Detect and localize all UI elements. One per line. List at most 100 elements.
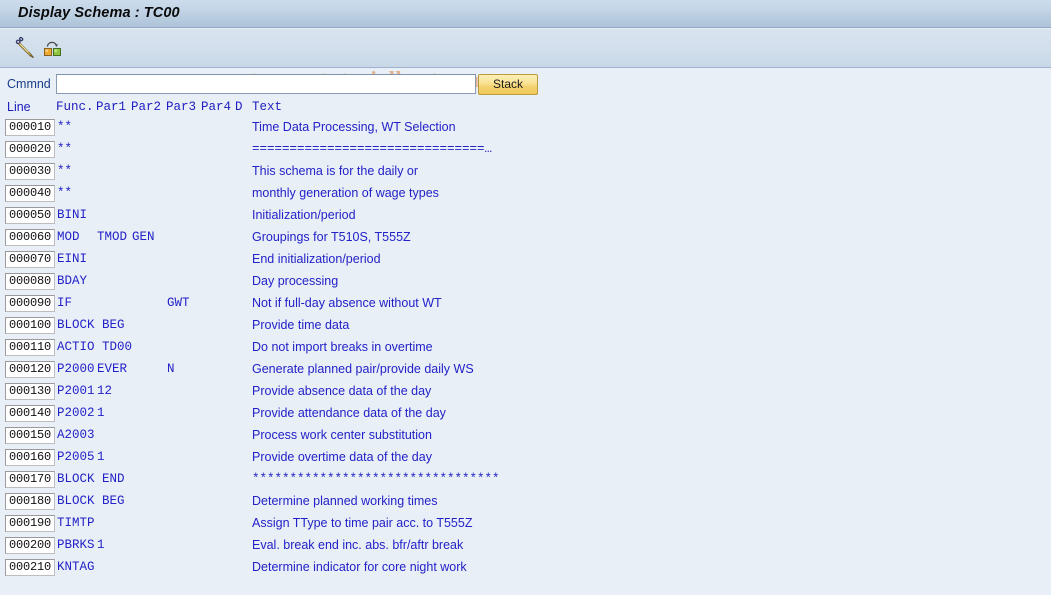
cell-func[interactable]: BLOCK END — [57, 472, 125, 486]
edit-pencil-icon[interactable] — [10, 34, 38, 62]
table-row[interactable]: 000070 EINI End initialization/period — [0, 251, 1051, 273]
cell-func[interactable]: BLOCK BEG — [57, 494, 125, 508]
cell-par3[interactable]: N — [167, 362, 175, 376]
table-row[interactable]: 000170 BLOCK END *************************… — [0, 471, 1051, 493]
cell-func[interactable]: PBRKS — [57, 538, 95, 552]
cell-par1[interactable]: TMOD — [97, 230, 127, 244]
line-number-field[interactable]: 000120 — [5, 361, 55, 378]
cell-text[interactable]: Provide time data — [252, 318, 349, 332]
cell-text[interactable]: ===============================… — [252, 142, 492, 156]
line-number-field[interactable]: 000170 — [5, 471, 55, 488]
cell-func[interactable]: MOD — [57, 230, 80, 244]
cell-par1[interactable]: EVER — [97, 362, 127, 376]
cell-func[interactable]: BINI — [57, 208, 87, 222]
stack-button[interactable]: Stack — [478, 74, 538, 95]
cell-func[interactable]: ** — [57, 142, 72, 156]
table-row[interactable]: 000200 PBRKS 1 Eval. break end inc. abs. bf… — [0, 537, 1051, 559]
table-row[interactable]: 000050 BINI Initialization/period — [0, 207, 1051, 229]
cell-text[interactable]: Eval. break end inc. abs. bfr/aftr break — [252, 538, 463, 552]
cell-func[interactable]: KNTAG — [57, 560, 95, 574]
cell-par1[interactable]: 1 — [97, 406, 105, 420]
table-row[interactable]: 000120 P2000 EVER N Generate planned pair/pr… — [0, 361, 1051, 383]
cell-func[interactable]: P2002 — [57, 406, 95, 420]
schema-table-body: 000010 ** Time Data Processing, WT Selecti… — [0, 119, 1051, 581]
table-row[interactable]: 000100 BLOCK BEG Provide time data — [0, 317, 1051, 339]
table-row[interactable]: 000020 ** ===============================… — [0, 141, 1051, 163]
line-number-field[interactable]: 000010 — [5, 119, 55, 136]
table-row[interactable]: 000010 ** Time Data Processing, WT Selecti… — [0, 119, 1051, 141]
cell-text[interactable]: Day processing — [252, 274, 338, 288]
command-input[interactable] — [56, 74, 476, 94]
line-number-field[interactable]: 000060 — [5, 229, 55, 246]
table-row[interactable]: 000080 BDAY Day processing — [0, 273, 1051, 295]
table-row[interactable]: 000040 ** monthly generation of wage types — [0, 185, 1051, 207]
line-number-field[interactable]: 000090 — [5, 295, 55, 312]
cell-text[interactable]: Assign TType to time pair acc. to T555Z — [252, 516, 472, 530]
cell-func[interactable]: TIMTP — [57, 516, 95, 530]
cell-text[interactable]: Generate planned pair/provide daily WS — [252, 362, 474, 376]
cell-func[interactable]: P2000 — [57, 362, 95, 376]
cell-text[interactable]: Provide attendance data of the day — [252, 406, 446, 420]
cell-text[interactable]: Time Data Processing, WT Selection — [252, 120, 456, 134]
cell-par3[interactable]: GWT — [167, 296, 190, 310]
line-number-field[interactable]: 000200 — [5, 537, 55, 554]
cell-text[interactable]: Groupings for T510S, T555Z — [252, 230, 411, 244]
line-number-field[interactable]: 000190 — [5, 515, 55, 532]
table-row[interactable]: 000140 P2002 1 Provide attendance data of t… — [0, 405, 1051, 427]
cell-func[interactable]: ACTIO TD00 — [57, 340, 132, 354]
cell-func[interactable]: ** — [57, 186, 72, 200]
cell-func[interactable]: IF — [57, 296, 72, 310]
table-row[interactable]: 000210 KNTAG Determine indicator for core … — [0, 559, 1051, 581]
table-row[interactable]: 000160 P2005 1 Provide overtime data of the… — [0, 449, 1051, 471]
line-number-field[interactable]: 000100 — [5, 317, 55, 334]
page-title: Display Schema : TC00 — [18, 5, 180, 21]
line-number-field[interactable]: 000150 — [5, 427, 55, 444]
table-row[interactable]: 000030 ** This schema is for the daily or — [0, 163, 1051, 185]
cell-text[interactable]: Initialization/period — [252, 208, 356, 222]
cell-par1[interactable]: 12 — [97, 384, 112, 398]
cell-func[interactable]: ** — [57, 164, 72, 178]
cell-par1[interactable]: 1 — [97, 538, 105, 552]
line-number-field[interactable]: 000030 — [5, 163, 55, 180]
cell-par2[interactable]: GEN — [132, 230, 155, 244]
cell-text[interactable]: End initialization/period — [252, 252, 381, 266]
line-number-field[interactable]: 000020 — [5, 141, 55, 158]
command-bar: Cmmnd Stack — [0, 69, 1051, 99]
cell-text[interactable]: This schema is for the daily or — [252, 164, 418, 178]
line-number-field[interactable]: 000140 — [5, 405, 55, 422]
cell-func[interactable]: A2003 — [57, 428, 95, 442]
cell-func[interactable]: P2005 — [57, 450, 95, 464]
cell-text[interactable]: Do not import breaks in overtime — [252, 340, 433, 354]
cell-text[interactable]: Determine planned working times — [252, 494, 438, 508]
line-number-field[interactable]: 000210 — [5, 559, 55, 576]
line-number-field[interactable]: 000130 — [5, 383, 55, 400]
line-number-field[interactable]: 000180 — [5, 493, 55, 510]
line-number-field[interactable]: 000050 — [5, 207, 55, 224]
line-number-field[interactable]: 000160 — [5, 449, 55, 466]
cell-text[interactable]: Not if full-day absence without WT — [252, 296, 442, 310]
table-row[interactable]: 000130 P2001 12 Provide absence data of the… — [0, 383, 1051, 405]
structure-icon[interactable] — [38, 34, 66, 62]
table-row[interactable]: 000180 BLOCK BEG Determine planned working… — [0, 493, 1051, 515]
table-row[interactable]: 000090 IF GWT Not if full-day absence witho… — [0, 295, 1051, 317]
cell-text[interactable]: Provide overtime data of the day — [252, 450, 432, 464]
line-number-field[interactable]: 000070 — [5, 251, 55, 268]
cell-func[interactable]: BLOCK BEG — [57, 318, 125, 332]
cell-text[interactable]: Process work center substitution — [252, 428, 432, 442]
cell-func[interactable]: EINI — [57, 252, 87, 266]
table-row[interactable]: 000150 A2003 Process work center substitut… — [0, 427, 1051, 449]
line-number-field[interactable]: 000110 — [5, 339, 55, 356]
line-number-field[interactable]: 000040 — [5, 185, 55, 202]
table-row[interactable]: 000110 ACTIO TD00 Do not import breaks in … — [0, 339, 1051, 361]
cell-par1[interactable]: 1 — [97, 450, 105, 464]
table-row[interactable]: 000060 MOD TMOD GEN Groupings for T510S, T55… — [0, 229, 1051, 251]
cell-text[interactable]: Determine indicator for core night work — [252, 560, 467, 574]
cell-func[interactable]: BDAY — [57, 274, 87, 288]
cell-text[interactable]: ********************************* — [252, 472, 500, 486]
cell-text[interactable]: Provide absence data of the day — [252, 384, 431, 398]
cell-text[interactable]: monthly generation of wage types — [252, 186, 439, 200]
line-number-field[interactable]: 000080 — [5, 273, 55, 290]
cell-func[interactable]: ** — [57, 120, 72, 134]
table-row[interactable]: 000190 TIMTP Assign TType to time pair acc… — [0, 515, 1051, 537]
cell-func[interactable]: P2001 — [57, 384, 95, 398]
